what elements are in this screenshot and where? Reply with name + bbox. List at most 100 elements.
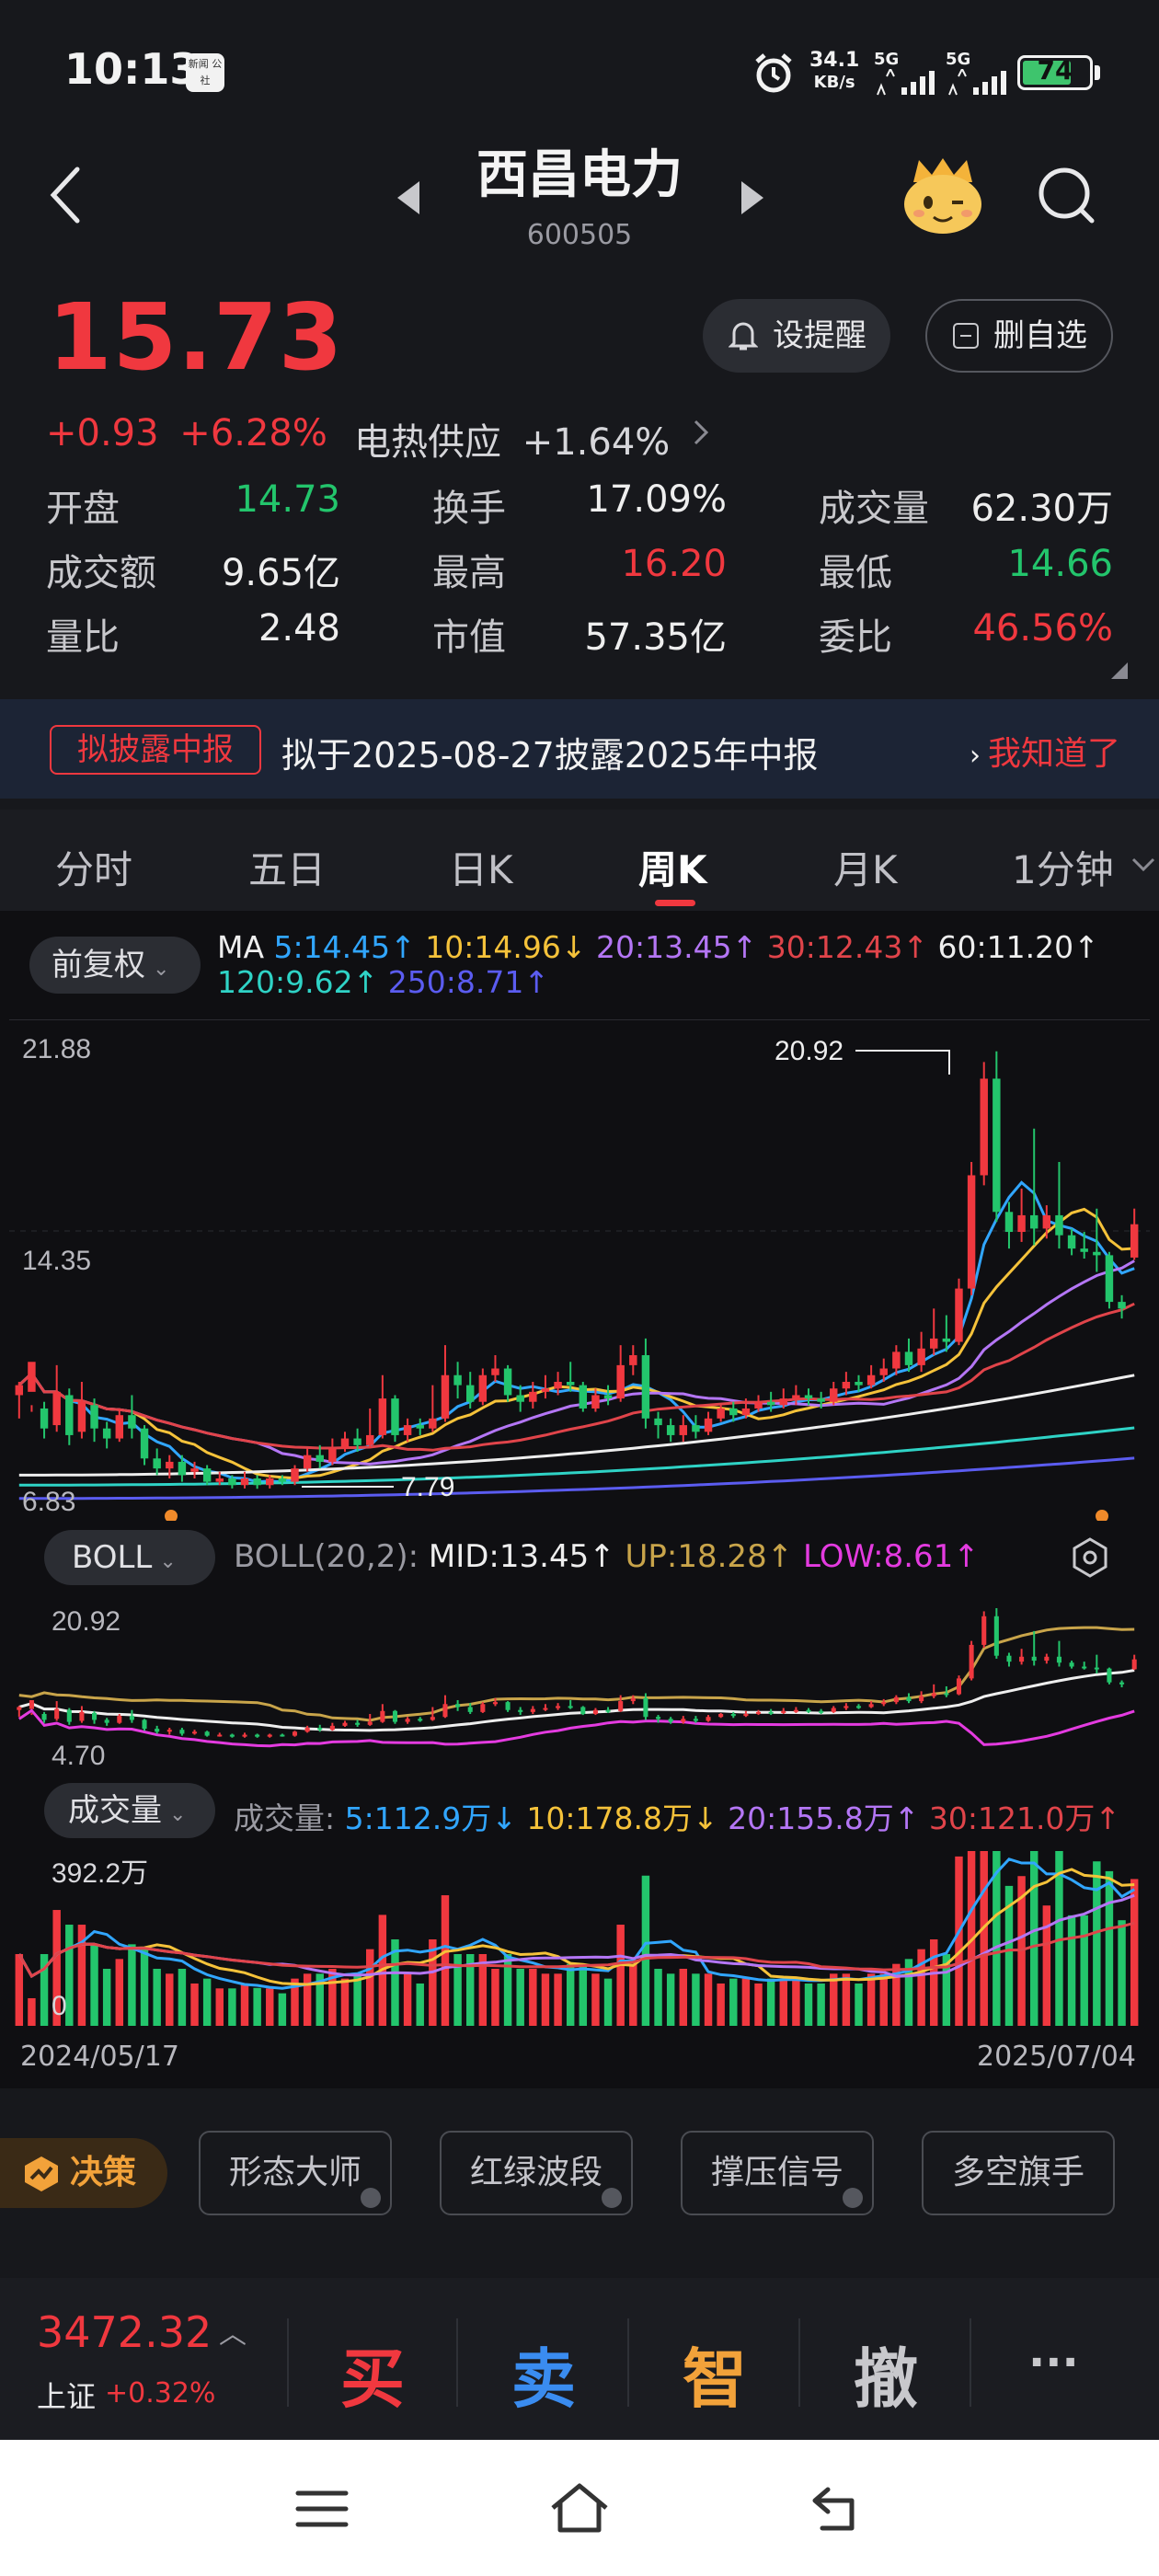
candle: [792, 1395, 800, 1399]
chevron-up-icon[interactable]: ︿: [219, 2311, 247, 2352]
volume-bar: [729, 1978, 738, 2026]
pattern-master-button[interactable]: 形态大师: [199, 2131, 392, 2215]
volume-bar: [603, 1978, 613, 2026]
event-marker[interactable]: [1096, 1510, 1108, 1521]
boll-candle: [367, 1721, 373, 1725]
stat-label: 最低: [819, 552, 892, 594]
ma-120: 120:9.62↑: [217, 964, 379, 1000]
tab-weekly-k[interactable]: 周K: [638, 839, 707, 895]
volume-chart[interactable]: 392.2万 0: [9, 1844, 1150, 2028]
sell-button[interactable]: 卖: [511, 2328, 576, 2421]
candle: [1055, 1214, 1063, 1236]
volume-bar: [817, 1983, 825, 2026]
boll-candle: [668, 1719, 673, 1722]
volume-bar: [429, 1939, 437, 2026]
boll-candle: [605, 1709, 611, 1712]
tab-timeshare[interactable]: 分时: [55, 839, 132, 895]
volume-bar: [792, 1978, 800, 2026]
event-marker[interactable]: [165, 1510, 178, 1521]
tab-monthly-k[interactable]: 月K: [833, 839, 898, 895]
back-icon[interactable]: [48, 166, 85, 224]
candlestick-chart[interactable]: 21.88 14.35 6.83 20.92 7.79: [9, 1019, 1150, 1521]
menu-icon[interactable]: [294, 2486, 350, 2532]
boll-chart[interactable]: 20.92 4.70: [9, 1601, 1150, 1776]
next-stock-icon[interactable]: [740, 179, 767, 216]
boll-candle: [505, 1702, 511, 1710]
settings-icon[interactable]: [1069, 1536, 1111, 1579]
candle: [403, 1425, 412, 1435]
boll-candle: [117, 1716, 122, 1723]
adjust-mode-dropdown[interactable]: 前复权 ⌄: [29, 937, 201, 994]
system-nav-bar: [0, 2440, 1159, 2576]
volume-bar: [128, 1944, 136, 2026]
volume-bar: [1029, 1851, 1039, 2026]
boll-candle: [580, 1707, 586, 1714]
candle: [566, 1381, 575, 1386]
expand-corner-icon[interactable]: [1111, 662, 1128, 679]
candle: [842, 1381, 851, 1389]
volume-bar: [830, 1973, 838, 2026]
active-tab-indicator: [655, 900, 695, 906]
volume-bar: [704, 1973, 713, 2026]
more-button[interactable]: ···: [1028, 2337, 1079, 2388]
sector-link[interactable]: 电热供应 +1.64%: [354, 412, 670, 466]
candle: [453, 1374, 462, 1386]
buy-button[interactable]: 买: [340, 2328, 405, 2421]
boll-candle: [718, 1713, 724, 1718]
indicator-dropdown[interactable]: BOLL ⌄: [44, 1530, 215, 1585]
volume-bar: [278, 1993, 287, 2026]
red-green-wave-button[interactable]: 红绿波段: [440, 2131, 633, 2215]
tab-five-day[interactable]: 五日: [248, 839, 326, 895]
candle: [866, 1374, 876, 1386]
chevron-right-icon[interactable]: [692, 416, 710, 449]
boll-candle: [1031, 1656, 1037, 1662]
tab-daily-k[interactable]: 日K: [449, 839, 513, 895]
boll-candle: [355, 1722, 361, 1725]
candle: [754, 1401, 763, 1409]
boll-candle: [1044, 1656, 1050, 1662]
smart-button[interactable]: 智: [683, 2328, 747, 2421]
volume-bar: [1042, 1905, 1051, 2026]
chevron-down-icon[interactable]: [1131, 856, 1155, 874]
mascot-icon[interactable]: [897, 155, 989, 237]
set-alert-button[interactable]: 设提醒: [703, 299, 890, 373]
volume-bar: [679, 1968, 688, 2026]
volume-bar: [579, 1963, 588, 2026]
boll-mid: MID:13.45↑: [428, 1538, 615, 1575]
candle: [166, 1461, 174, 1469]
volume-bar: [90, 1944, 98, 2026]
bull-bear-flag-button[interactable]: 多空旗手: [922, 2131, 1115, 2215]
volume-bar: [1067, 1915, 1076, 2026]
boll-candle: [317, 1728, 323, 1731]
candle: [1017, 1214, 1026, 1233]
boll-candle: [768, 1711, 774, 1714]
search-icon[interactable]: [1035, 164, 1099, 228]
candle: [830, 1388, 838, 1402]
x-axis-start: 2024/05/17: [20, 2041, 179, 2073]
volume-bar: [491, 1968, 499, 2026]
back-nav-icon[interactable]: [809, 2482, 865, 2534]
candle: [967, 1175, 976, 1289]
index-value[interactable]: 3472.32: [37, 2307, 212, 2357]
ma-5: 5:14.45↑: [273, 929, 416, 965]
boll-candle: [179, 1730, 185, 1734]
home-icon[interactable]: [547, 2480, 612, 2536]
tab-one-minute[interactable]: 1分钟: [1012, 839, 1114, 895]
sector-change: +1.64%: [522, 421, 671, 464]
support-resistance-button[interactable]: 撑压信号: [681, 2131, 874, 2215]
candle: [228, 1478, 236, 1486]
candle: [115, 1415, 124, 1439]
volume-bar: [253, 1987, 261, 2026]
ma-250: 250:8.71↑: [387, 964, 549, 1000]
chevron-down-icon: ⌄: [169, 1803, 187, 1826]
stat-value: 16.20: [621, 543, 727, 585]
cancel-order-button[interactable]: 撤: [854, 2328, 918, 2421]
dismiss-disclosure-button[interactable]: › 我知道了: [970, 727, 1120, 775]
boll-up: UP:18.28↑: [625, 1538, 794, 1575]
boll-candle: [467, 1707, 473, 1712]
stat-value: 2.48: [258, 607, 340, 650]
remove-watchlist-button[interactable]: 删自选: [925, 299, 1113, 373]
volume-bar: [666, 1973, 675, 2026]
volume-dropdown[interactable]: 成交量 ⌄: [44, 1783, 215, 1838]
ma-line: [18, 1426, 1135, 1487]
